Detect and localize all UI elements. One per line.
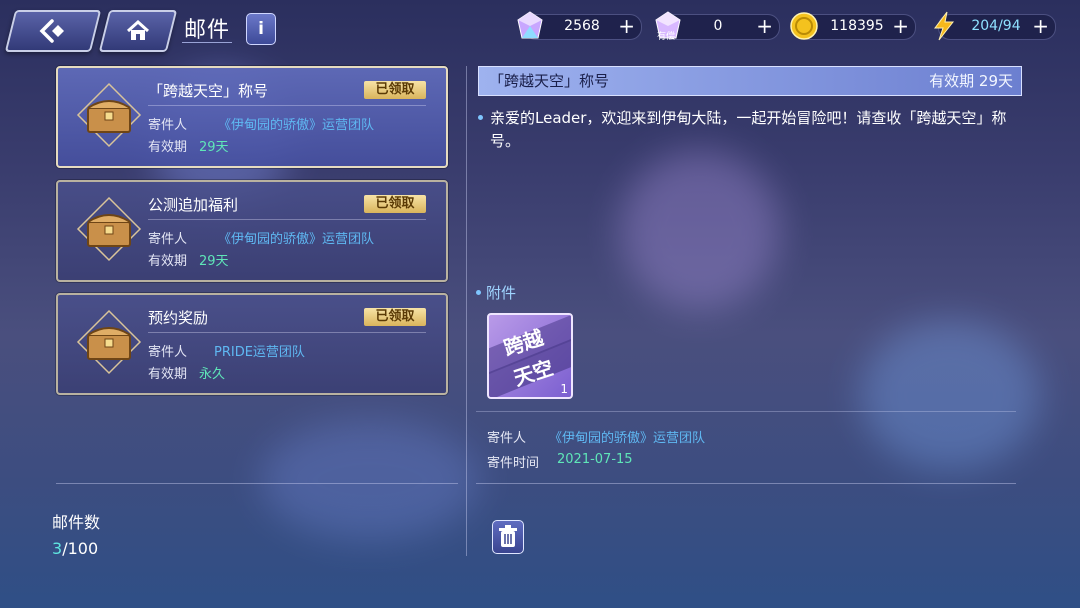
mail-title: 公测追加福利: [148, 196, 239, 214]
divider: [148, 219, 426, 220]
gold-value: 118395: [830, 18, 884, 34]
claimed-badge: 已领取: [364, 195, 426, 213]
divider: [148, 332, 426, 333]
sender-label: 寄件人: [148, 118, 188, 133]
add-stamina-button[interactable]: +: [1032, 16, 1049, 36]
page-title: 邮件: [184, 18, 231, 43]
detail-title: 「跨越天空」称号: [489, 72, 610, 90]
delete-button[interactable]: [492, 520, 524, 554]
send-time-value: 2021-07-15: [557, 452, 633, 467]
mail-body: 亲爱的Leader，欢迎来到伊甸大陆，一起开始冒险吧！请查收「跨越天空」称号。: [490, 109, 1007, 150]
stamina-value: 204/94: [971, 18, 1021, 34]
bg-bokeh: [620, 150, 780, 310]
mail-item[interactable]: 「跨越天空」称号 已领取 寄件人 《伊甸园的骄傲》运营团队 有效期 29天: [56, 66, 448, 168]
attachment-item[interactable]: 跨越 天空 1: [487, 313, 573, 399]
add-crystal-button[interactable]: +: [618, 16, 635, 36]
send-time-label: 寄件时间: [487, 456, 540, 471]
claimed-badge: 已领取: [364, 81, 426, 99]
crystal-icon: [517, 11, 543, 39]
trash-icon: [499, 525, 517, 547]
mail-item[interactable]: 预约奖励 已领取 寄件人 PRIDE运营团队 有效期 永久: [56, 293, 448, 395]
mail-count-label: 邮件数: [52, 513, 101, 532]
bg-bokeh: [260, 420, 480, 540]
sender-value: 《伊甸园的骄傲》运营团队: [549, 431, 706, 446]
paid-tag: 有偿: [657, 32, 676, 42]
add-paid-crystal-button[interactable]: +: [756, 16, 773, 36]
attachments-label: 附件: [486, 284, 517, 302]
mail-count: 3/100: [52, 539, 98, 558]
crystal-counter: 2568 +: [517, 11, 642, 40]
back-arrow-icon: [12, 12, 94, 50]
paid-crystal-counter: 有偿 0 +: [655, 11, 780, 42]
home-button[interactable]: [98, 10, 178, 52]
validity-value: 永久: [199, 367, 226, 382]
mail-title: 预约奖励: [148, 309, 209, 327]
mail-item[interactable]: 公测追加福利 已领取 寄件人 《伊甸园的骄傲》运营团队 有效期 29天: [56, 180, 448, 282]
lightning-icon: [934, 11, 955, 41]
add-gold-button[interactable]: +: [892, 16, 909, 36]
bullet-icon: [476, 290, 481, 295]
bg-bokeh: [860, 320, 1040, 470]
attachment-qty: 1: [560, 382, 568, 396]
sender-label: 寄件人: [148, 345, 188, 360]
panel-divider: [466, 66, 467, 556]
sender-value: 《伊甸园的骄傲》运营团队: [218, 118, 375, 133]
validity-label: 有效期: [148, 367, 188, 382]
title-underline: [182, 42, 232, 43]
crystal-value: 2568: [564, 18, 600, 34]
mail-count-current: 3: [52, 539, 63, 558]
sender-value: 《伊甸园的骄傲》运营团队: [218, 232, 375, 247]
list-bottom-divider: [56, 483, 458, 484]
chest-icon: [76, 82, 142, 148]
sender-label: 寄件人: [148, 232, 188, 247]
home-icon: [106, 12, 170, 50]
validity-label: 有效期: [148, 140, 188, 155]
divider: [148, 105, 426, 106]
validity-value: 29天: [199, 140, 229, 155]
top-bar: 邮件 i 2568 + 有偿 0 + 118395 + 204/94 +: [0, 0, 1080, 56]
paid-crystal-value: 0: [713, 18, 723, 34]
chest-icon: [76, 309, 142, 375]
bullet-icon: [478, 115, 483, 120]
validity-value: 29天: [199, 254, 229, 269]
validity-label: 有效期: [148, 254, 188, 269]
detail-bottom-divider: [476, 483, 1016, 484]
detail-validity: 有效期 29天: [929, 72, 1013, 90]
mail-count-max: /100: [62, 539, 99, 558]
detail-header: 「跨越天空」称号 有效期 29天: [478, 66, 1022, 96]
claimed-badge: 已领取: [364, 308, 426, 326]
sender-label: 寄件人: [487, 431, 527, 446]
gold-coin-icon: [790, 12, 818, 40]
back-button[interactable]: [4, 10, 102, 52]
info-icon: i: [258, 19, 264, 39]
mail-title: 「跨越天空」称号: [148, 82, 269, 100]
detail-divider: [476, 411, 1016, 412]
stamina-counter: 204/94 +: [934, 11, 1056, 41]
info-button[interactable]: i: [246, 13, 276, 45]
sender-value: PRIDE运营团队: [214, 345, 305, 360]
gold-counter: 118395 +: [790, 12, 916, 40]
chest-icon: [76, 196, 142, 262]
